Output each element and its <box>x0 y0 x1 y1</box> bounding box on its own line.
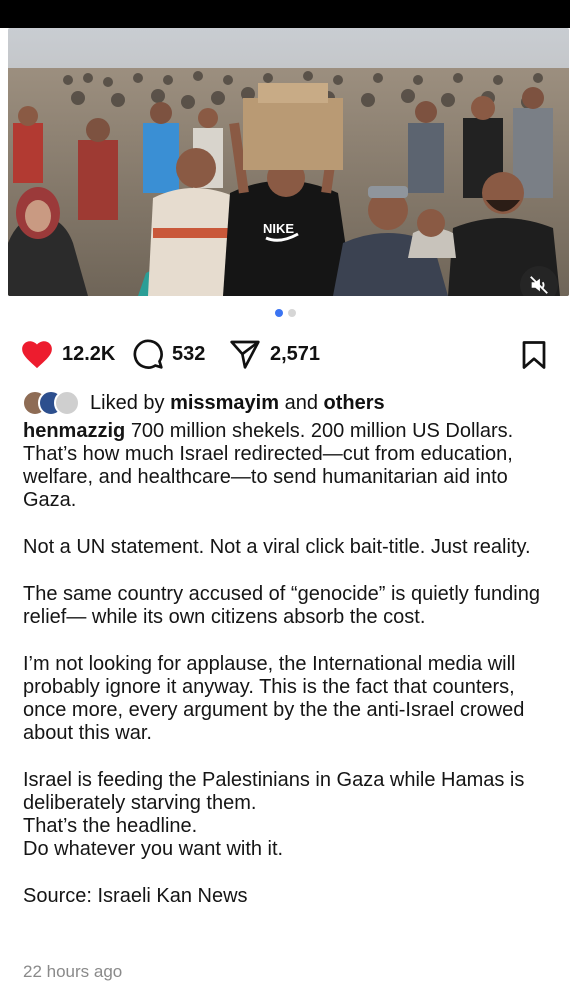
liked-by-conjunction: and <box>284 391 318 414</box>
svg-text:NIKE: NIKE <box>263 221 294 236</box>
caption-paragraph: I’m not looking for applause, the Intern… <box>23 653 525 744</box>
action-bar: 12.2K 532 2,571 <box>20 336 550 372</box>
comment-button[interactable]: 532 <box>132 336 205 372</box>
save-button[interactable] <box>520 340 548 375</box>
like-button[interactable]: 12.2K <box>20 336 115 372</box>
carousel-dot-active <box>274 309 283 317</box>
paper-plane-icon <box>230 340 260 369</box>
post-timestamp: 22 hours ago <box>23 962 123 981</box>
liked-by-user-link[interactable]: missmayim <box>170 392 279 415</box>
carousel-dot <box>287 309 296 317</box>
bookmark-icon <box>522 341 546 369</box>
caption-paragraph: Not a UN statement. Not a viral click ba… <box>23 536 531 558</box>
author-username[interactable]: henmazzig <box>23 420 125 442</box>
liked-by-others-link[interactable]: others <box>324 392 385 415</box>
post-image[interactable]: NIKE <box>8 28 569 296</box>
avatar <box>54 390 80 416</box>
liked-by-row[interactable]: Liked by missmayim and others <box>22 388 385 418</box>
carousel-indicator <box>0 309 570 321</box>
like-count[interactable]: 12.2K <box>62 343 115 366</box>
comment-count[interactable]: 532 <box>172 343 205 366</box>
post-caption: henmazzig 700 million shekels. 200 milli… <box>23 420 548 908</box>
mute-button[interactable] <box>520 266 558 296</box>
comment-bubble-icon <box>133 339 163 369</box>
share-button[interactable]: 2,571 <box>228 336 320 372</box>
caption-paragraph: The same country accused of “genocide” i… <box>23 583 540 628</box>
liked-by-prefix: Liked by <box>90 391 165 414</box>
heart-icon <box>22 341 52 369</box>
speaker-muted-icon <box>530 276 548 294</box>
share-count[interactable]: 2,571 <box>270 343 320 366</box>
liker-avatars <box>22 389 84 417</box>
caption-line: Do whatever you want with it. <box>23 838 284 860</box>
status-bar <box>0 0 570 28</box>
caption-line: That’s the headline. <box>23 815 198 837</box>
caption-line: Israel is feeding the Palestinians in Ga… <box>23 769 525 814</box>
caption-source: Source: Israeli Kan News <box>23 885 248 907</box>
caption-paragraph: henmazzig 700 million shekels. 200 milli… <box>23 420 548 512</box>
